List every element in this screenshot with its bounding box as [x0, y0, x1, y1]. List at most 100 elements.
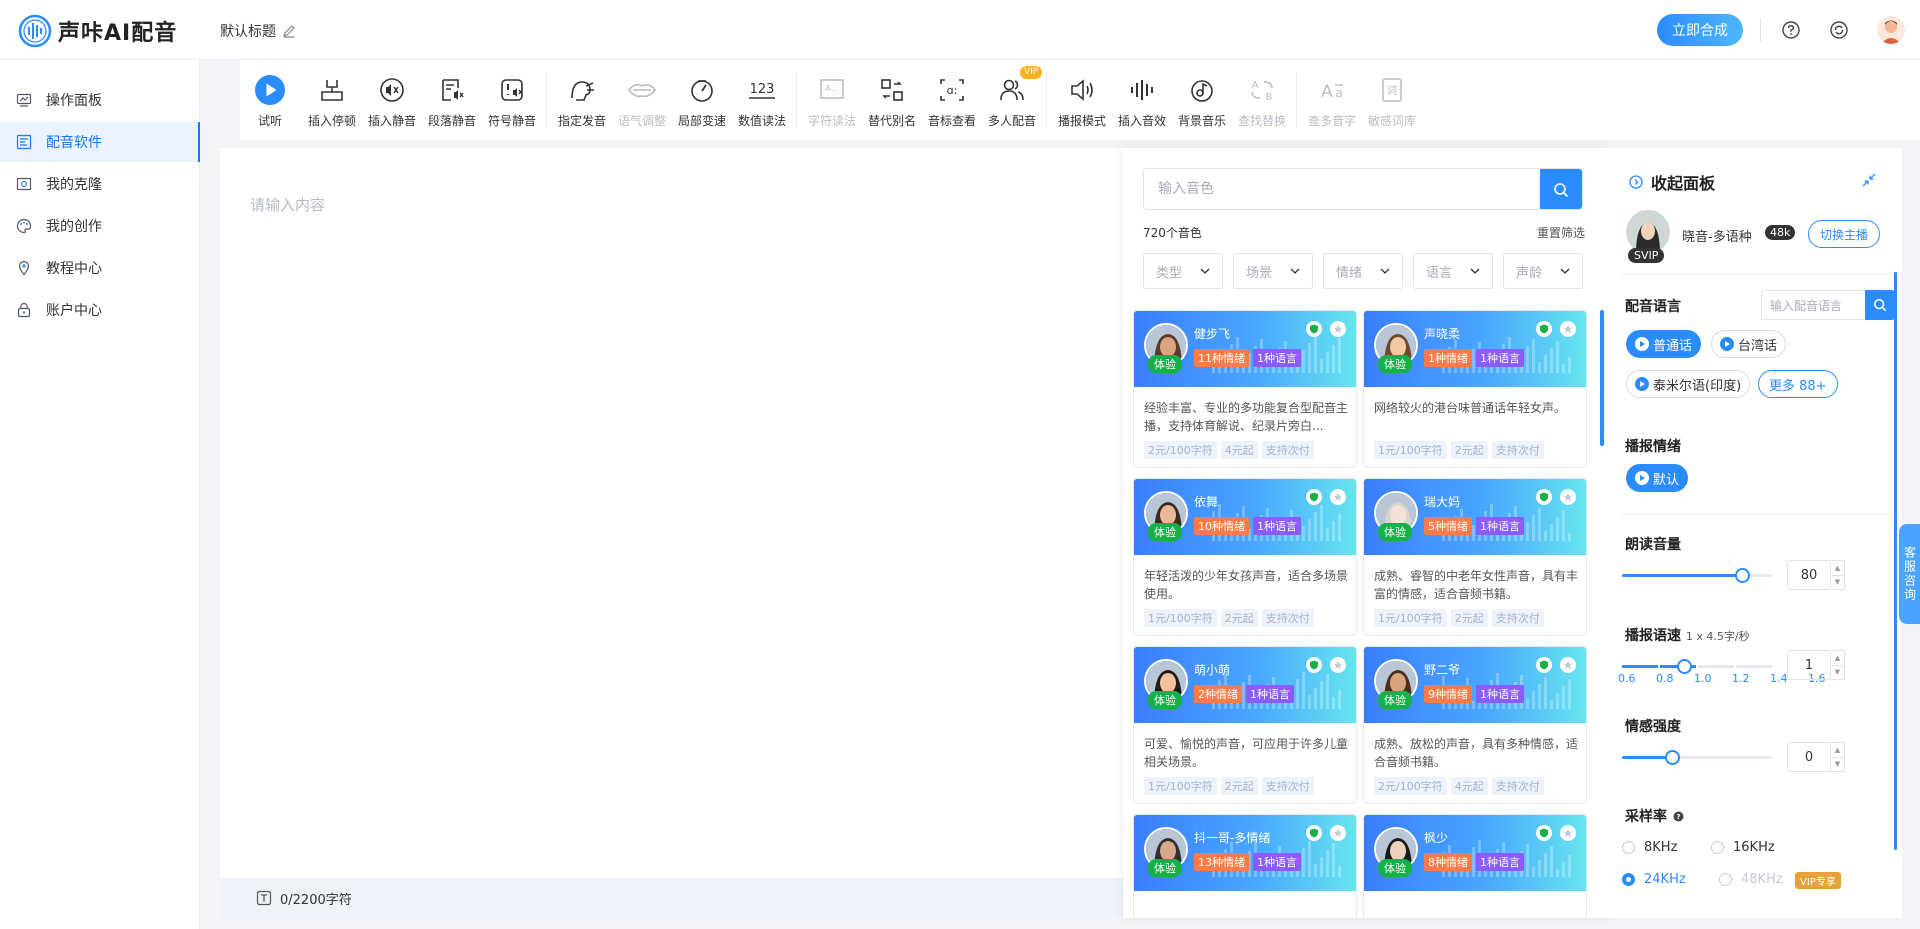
volume-stepper[interactable]: ▲ ▼ — [1831, 560, 1845, 590]
emotion-pill-default[interactable]: 默认 — [1626, 464, 1689, 492]
customer-service-button[interactable]: 客服咨询 — [1899, 524, 1920, 624]
voice-card[interactable]: 体验 瑞大妈 5种情绪 1种语言 成熟、睿智的中老年女性声音，具有丰富的情感，适… — [1363, 478, 1587, 636]
logo[interactable]: 声咔AI配音 — [18, 14, 177, 48]
tool-sensitive-words[interactable]: 词 敏感词库 — [1362, 60, 1422, 140]
tool-paragraph-mute[interactable]: 段落静音 — [422, 60, 482, 140]
volume-input[interactable]: 80 — [1787, 560, 1831, 590]
voice-card[interactable]: 体验 野二爷 9种情绪 1种语言 成熟、放松的声音，具有多种情感，适合音频书籍。… — [1363, 646, 1587, 804]
more-lang-button[interactable]: 更多 88+ — [1758, 370, 1838, 398]
star-icon[interactable] — [1330, 825, 1346, 841]
user-avatar[interactable] — [1877, 16, 1905, 44]
radio-24khz[interactable]: 24KHz — [1622, 872, 1686, 887]
lang-pill-mandarin[interactable]: 普通话 — [1626, 330, 1702, 358]
filter-age[interactable]: 声龄 — [1503, 253, 1583, 289]
lang-pill-taiwanese[interactable]: 台湾话 — [1711, 330, 1787, 358]
tool-pronunciation[interactable]: 指定发音 — [552, 60, 612, 140]
settings-scrollbar[interactable] — [1894, 272, 1897, 850]
help-icon[interactable] — [1780, 19, 1802, 41]
star-icon[interactable] — [1330, 657, 1346, 673]
tool-find-replace[interactable]: AB 查找替换 — [1232, 60, 1292, 140]
stepper-down-icon[interactable]: ▼ — [1831, 666, 1844, 680]
stepper-up-icon[interactable]: ▲ — [1831, 651, 1844, 666]
speed-input[interactable]: 1 — [1787, 650, 1831, 680]
reset-filter-link[interactable]: 重置筛选 — [1537, 224, 1585, 241]
shield-icon[interactable] — [1306, 321, 1322, 337]
star-icon[interactable] — [1560, 657, 1576, 673]
tool-polyphone[interactable]: Aa 查多音字 — [1302, 60, 1362, 140]
question-icon[interactable]: ? — [1673, 811, 1684, 822]
stepper-up-icon[interactable]: ▲ — [1831, 743, 1844, 758]
trial-badge[interactable]: 体验 — [1148, 859, 1182, 877]
sidebar-item-clone[interactable]: 我的克隆 — [0, 164, 200, 204]
tool-tone[interactable]: 语气调整 — [612, 60, 672, 140]
collapse-panel-button[interactable]: 收起面板 — [1629, 170, 1715, 194]
voice-search-input[interactable] — [1144, 169, 1540, 209]
intensity-stepper[interactable]: ▲ ▼ — [1831, 742, 1845, 772]
tool-local-speed[interactable]: 局部变速 — [672, 60, 732, 140]
stepper-down-icon[interactable]: ▼ — [1831, 576, 1844, 590]
intensity-slider[interactable] — [1622, 750, 1772, 765]
voice-card[interactable]: 体验 萌小萌 2种情绪 1种语言 可爱、愉悦的声音，可应用于许多儿童相关场景。 … — [1133, 646, 1357, 804]
filter-language[interactable]: 语言 — [1413, 253, 1493, 289]
star-icon[interactable] — [1560, 489, 1576, 505]
filter-emotion[interactable]: 情绪 — [1323, 253, 1403, 289]
sidebar-item-dubbing[interactable]: 配音软件 — [0, 122, 200, 162]
volume-slider[interactable] — [1622, 568, 1772, 583]
voice-card[interactable]: 体验 依舞 10种情绪 1种语言 年轻活泼的少年女孩声音，适合多场景使用。 1元… — [1133, 478, 1357, 636]
filter-scene[interactable]: 场景 — [1233, 253, 1313, 289]
radio-48khz[interactable]: 48KHz — [1719, 872, 1783, 887]
filter-type[interactable]: 类型 — [1143, 253, 1223, 289]
trial-badge[interactable]: 体验 — [1378, 859, 1412, 877]
stepper-down-icon[interactable]: ▼ — [1831, 758, 1844, 772]
shield-icon[interactable] — [1306, 657, 1322, 673]
tool-alias[interactable]: 替代别名 — [862, 60, 922, 140]
speed-slider-knob[interactable] — [1677, 659, 1692, 674]
tool-char-read[interactable]: A... 字符读法 — [802, 60, 862, 140]
shield-icon[interactable] — [1536, 657, 1552, 673]
tool-insert-mute[interactable]: 插入静音 — [362, 60, 422, 140]
trial-badge[interactable]: 体验 — [1378, 691, 1412, 709]
editor[interactable]: 请输入内容 0/2200字符 — [220, 148, 1123, 918]
star-icon[interactable] — [1330, 321, 1346, 337]
voice-card[interactable]: 体验 声晓柔 1种情绪 1种语言 网络较火的港台味普通话年轻女声。 1元/100… — [1363, 310, 1587, 468]
sidebar-item-account[interactable]: 账户中心 — [0, 290, 200, 330]
tool-number-read[interactable]: 123 数值读法 — [732, 60, 792, 140]
voice-card[interactable]: 体验 枫少 8种情绪 1种语言 — [1363, 814, 1587, 918]
tool-broadcast[interactable]: 播报模式 — [1052, 60, 1112, 140]
radio-8khz[interactable]: 8KHz — [1622, 840, 1677, 855]
tool-bgm[interactable]: 背景音乐 — [1172, 60, 1232, 140]
trial-badge[interactable]: 体验 — [1148, 355, 1182, 373]
shield-icon[interactable] — [1536, 825, 1552, 841]
tool-symbol-mute[interactable]: 符号静音 — [482, 60, 542, 140]
switch-anchor-button[interactable]: 切换主播 — [1808, 220, 1880, 248]
tool-preview[interactable]: 试听 — [240, 60, 300, 140]
editor-placeholder[interactable]: 请输入内容 — [250, 194, 325, 215]
sidebar-item-tutorial[interactable]: 教程中心 — [0, 248, 200, 288]
shield-icon[interactable] — [1536, 321, 1552, 337]
shrink-icon[interactable] — [1861, 172, 1877, 188]
voice-card[interactable]: 体验 抖一哥-多情绪 13种情绪 1种语言 — [1133, 814, 1357, 918]
edit-icon[interactable] — [282, 24, 296, 38]
tool-phonetic[interactable]: ɑ: 音标查看 — [922, 60, 982, 140]
sync-icon[interactable] — [1828, 19, 1850, 41]
star-icon[interactable] — [1560, 825, 1576, 841]
doc-title[interactable]: 默认标题 — [220, 21, 296, 41]
sidebar-item-dashboard[interactable]: 操作面板 — [0, 80, 200, 120]
volume-slider-knob[interactable] — [1735, 568, 1750, 583]
voice-list-scrollbar[interactable] — [1600, 310, 1604, 446]
star-icon[interactable] — [1330, 489, 1346, 505]
shield-icon[interactable] — [1536, 489, 1552, 505]
shield-icon[interactable] — [1306, 489, 1322, 505]
stepper-up-icon[interactable]: ▲ — [1831, 561, 1844, 576]
trial-badge[interactable]: 体验 — [1378, 355, 1412, 373]
lang-search-button[interactable] — [1865, 290, 1895, 320]
trial-badge[interactable]: 体验 — [1148, 523, 1182, 541]
tool-insert-pause[interactable]: 插入停顿 — [302, 60, 362, 140]
synthesize-button[interactable]: 立即合成 — [1657, 14, 1743, 46]
tool-sound-effect[interactable]: 插入音效 — [1112, 60, 1172, 140]
intensity-input[interactable]: 0 — [1787, 742, 1831, 772]
lang-search-input[interactable]: 输入配音语言 — [1761, 290, 1867, 320]
speed-slider[interactable] — [1622, 659, 1772, 674]
shield-icon[interactable] — [1306, 825, 1322, 841]
trial-badge[interactable]: 体验 — [1378, 523, 1412, 541]
